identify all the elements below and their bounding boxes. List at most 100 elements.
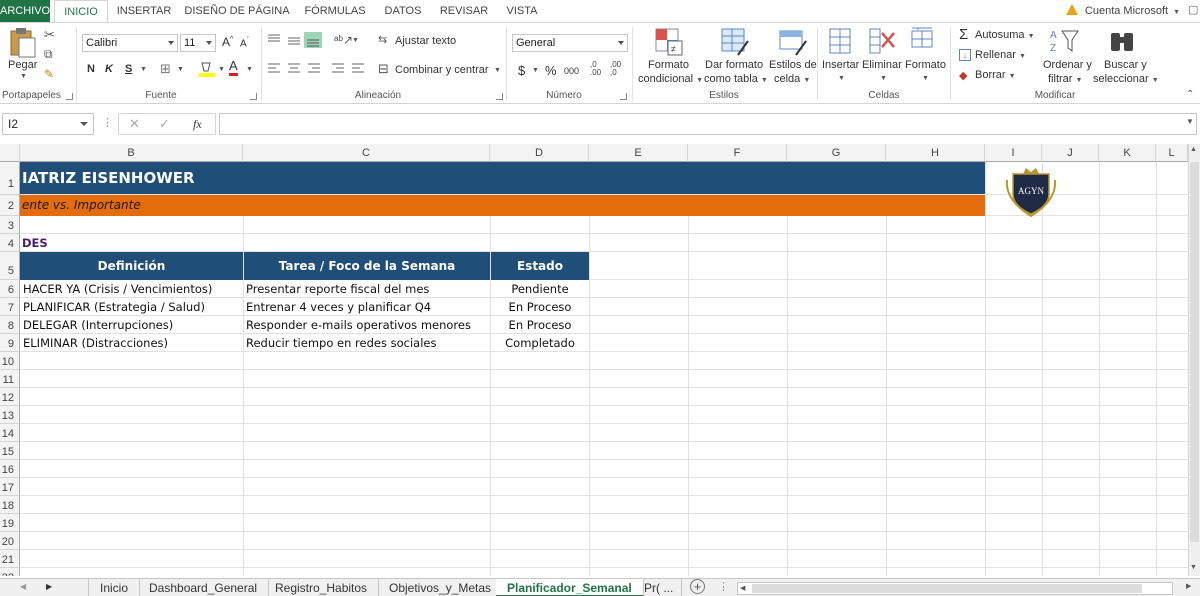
row-header-9[interactable]: 9: [0, 334, 20, 352]
row-header-1[interactable]: 1: [0, 162, 20, 195]
insert-function-button[interactable]: fx: [193, 117, 202, 132]
tab-datos[interactable]: DATOS: [378, 0, 428, 22]
tab-formulas[interactable]: FÓRMULAS: [300, 0, 370, 22]
borders-dropdown-icon[interactable]: ▼: [177, 66, 184, 73]
format-cells-icon[interactable]: [910, 27, 940, 57]
sheet-tab-inicio[interactable]: Inicio: [88, 579, 141, 596]
delete-cells-button[interactable]: Eliminar: [862, 59, 902, 71]
insert-cells-button[interactable]: Insertar: [822, 59, 859, 71]
row-header-21[interactable]: 21: [0, 550, 20, 568]
increase-decimal-button[interactable]: ,0 .00: [590, 61, 606, 77]
borders-icon[interactable]: ⊞: [160, 61, 171, 77]
row-header-17[interactable]: 17: [0, 478, 20, 496]
row-header-16[interactable]: 16: [0, 460, 20, 478]
autosum-icon[interactable]: Σ: [959, 27, 968, 43]
more-options-icon[interactable]: ⋮: [718, 580, 729, 593]
agyn-logo[interactable]: AGYN: [1001, 164, 1061, 220]
row-header-2[interactable]: 2: [0, 195, 20, 216]
merge-center-button[interactable]: Combinar y centrar: [395, 64, 489, 76]
worksheet-grid[interactable]: B C D E F G H I J K L 1 2 3 4 5 6 7 8 9 …: [0, 144, 1188, 576]
format-as-table-icon[interactable]: [720, 27, 750, 57]
vertical-align-icons[interactable]: [266, 31, 328, 49]
horizontal-scroll-thumb[interactable]: [752, 584, 1142, 593]
select-all-corner[interactable]: [0, 144, 20, 162]
row-header-4[interactable]: 4: [0, 234, 20, 252]
sort-filter-icon[interactable]: A Z: [1048, 27, 1080, 57]
currency-dropdown-icon[interactable]: ▼: [532, 67, 539, 74]
cut-icon[interactable]: ✂: [44, 27, 55, 43]
table-header-estado[interactable]: Estado: [491, 252, 589, 280]
fill-icon[interactable]: ↓: [959, 49, 971, 61]
row-header-3[interactable]: 3: [0, 216, 20, 234]
font-color-dropdown-icon[interactable]: ▼: [246, 66, 253, 73]
alignment-launcher-icon[interactable]: [496, 93, 503, 100]
tab-insertar[interactable]: INSERTAR: [114, 0, 174, 22]
sheet-tab-planificador-semanal[interactable]: Planificador_Semanal: [496, 579, 644, 596]
horizontal-align-icons[interactable]: [266, 61, 366, 77]
scroll-right-icon[interactable]: ▶: [1186, 582, 1191, 590]
row-header-6[interactable]: 6: [0, 280, 20, 298]
wrap-text-button[interactable]: Ajustar texto: [395, 35, 456, 47]
column-header-l[interactable]: L: [1156, 144, 1188, 162]
scroll-left-icon[interactable]: ◀: [740, 584, 745, 592]
eraser-icon[interactable]: ◆: [959, 69, 967, 82]
row-header-18[interactable]: 18: [0, 496, 20, 514]
name-box[interactable]: I2: [2, 113, 94, 135]
font-size-select[interactable]: 11: [180, 34, 216, 52]
sheet-title[interactable]: IATRIZ EISENHOWER: [20, 162, 985, 194]
column-header-h[interactable]: H: [886, 144, 985, 162]
fill-button[interactable]: Rellenar ▼: [975, 49, 1026, 61]
row-header-10[interactable]: 10: [0, 352, 20, 370]
clear-button[interactable]: Borrar ▼: [975, 69, 1016, 81]
horizontal-scrollbar[interactable]: ◀: [737, 582, 1173, 595]
clipboard-launcher-icon[interactable]: [66, 93, 73, 100]
row-header-13[interactable]: 13: [0, 406, 20, 424]
percent-button[interactable]: %: [545, 63, 557, 78]
wrap-text-icon[interactable]: ⇆: [378, 33, 387, 46]
paste-icon[interactable]: [8, 27, 38, 59]
row-header-8[interactable]: 8: [0, 316, 20, 334]
scroll-down-icon[interactable]: ▼: [1190, 564, 1197, 571]
shrink-font-icon[interactable]: Aˇ: [240, 37, 249, 49]
column-header-k[interactable]: K: [1099, 144, 1156, 162]
conditional-format-button[interactable]: condicional ▼: [638, 73, 703, 85]
sheet-tab-dashboard-general[interactable]: Dashboard_General: [138, 579, 270, 596]
underline-button[interactable]: S: [125, 63, 132, 75]
format-table-button[interactable]: como tabla ▼: [704, 73, 768, 85]
sheet-tab-more[interactable]: Pr( ...: [636, 579, 683, 596]
italic-button[interactable]: K: [105, 63, 113, 75]
sheet-subtitle[interactable]: ente vs. Importante: [20, 195, 985, 216]
conditional-format-icon[interactable]: ≠: [654, 27, 684, 57]
cancel-icon[interactable]: ✕: [129, 116, 140, 132]
table-row-tarea[interactable]: Reducir tiempo en redes sociales: [246, 335, 488, 352]
tab-archivo[interactable]: ARCHIVO: [0, 0, 50, 22]
column-header-c[interactable]: C: [243, 144, 490, 162]
row-header-12[interactable]: 12: [0, 388, 20, 406]
insert-dropdown-icon[interactable]: ▼: [838, 75, 845, 82]
fill-color-dropdown-icon[interactable]: ▼: [218, 66, 225, 73]
row-header-7[interactable]: 7: [0, 298, 20, 316]
table-row-definicion[interactable]: PLANIFICAR (Estrategia / Salud): [23, 299, 241, 316]
sheet-tab-registro-habitos[interactable]: Registro_Habitos: [264, 579, 380, 596]
table-row-definicion[interactable]: HACER YA (Crisis / Vencimientos): [23, 281, 241, 298]
thousands-button[interactable]: 000: [564, 66, 579, 76]
next-sheet-icon[interactable]: ▶: [46, 582, 52, 591]
formula-input[interactable]: [219, 113, 1197, 135]
column-header-f[interactable]: F: [688, 144, 787, 162]
sort-filter-label-1[interactable]: Ordenar y: [1043, 59, 1092, 71]
table-row-tarea[interactable]: Presentar reporte fiscal del mes: [246, 281, 488, 298]
sheet-tab-objetivos-metas[interactable]: Objetivos_y_Metas: [378, 579, 504, 596]
tab-diseno-pagina[interactable]: DISEÑO DE PÁGINA: [182, 0, 292, 22]
decrease-decimal-button[interactable]: ,00 ,0: [610, 61, 626, 77]
table-header-definicion[interactable]: Definición: [20, 252, 243, 280]
column-header-g[interactable]: G: [787, 144, 886, 162]
paste-button[interactable]: Pegar: [8, 59, 37, 71]
table-header-tarea[interactable]: Tarea / Foco de la Semana: [244, 252, 490, 280]
sort-filter-button[interactable]: filtrar ▼: [1048, 73, 1082, 85]
row-header-19[interactable]: 19: [0, 514, 20, 532]
cell-styles-label-1[interactable]: Estilos de: [769, 59, 817, 71]
table-row-estado[interactable]: Completado: [491, 335, 589, 352]
merge-center-icon[interactable]: ⊟: [378, 61, 389, 77]
insert-cells-icon[interactable]: [828, 27, 856, 57]
tab-inicio[interactable]: INICIO: [54, 0, 108, 23]
